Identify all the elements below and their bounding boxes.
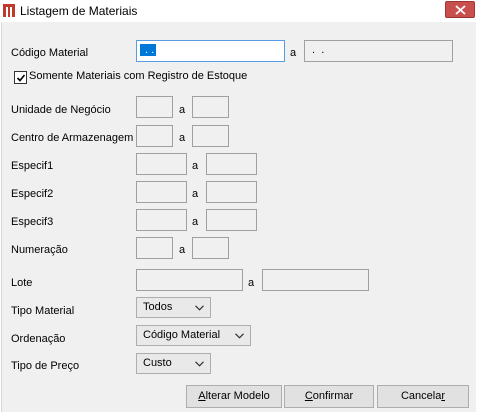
confirmar-button[interactable]: Confirmar [284, 385, 374, 408]
confirmar-label: onfirmar [312, 390, 354, 402]
unidade-negocio-separator: a [179, 104, 186, 116]
especif2-from-input[interactable] [136, 181, 187, 203]
especif3-label: Especif3 [11, 216, 54, 228]
title-bar: Listagem de Materiais [0, 0, 477, 22]
somente-estoque-checkbox[interactable] [14, 71, 27, 84]
window-title: Listagem de Materiais [20, 4, 138, 18]
lote-from-input[interactable] [136, 269, 243, 291]
lote-label: Lote [11, 277, 33, 289]
ordenacao-value: Código Material [143, 329, 221, 341]
centro-armazenagem-from-input[interactable] [136, 125, 173, 147]
cancelar-button[interactable]: Cancelar [377, 385, 469, 408]
numeracao-separator: a [179, 244, 186, 256]
cancelar-mnemonic: r [441, 390, 446, 402]
chevron-down-icon [195, 305, 204, 311]
chevron-down-icon [235, 333, 244, 339]
especif1-from-input[interactable] [136, 153, 187, 175]
codigo-material-from-value: . . [140, 44, 157, 56]
especif2-label: Especif2 [11, 188, 54, 200]
numeracao-to-input[interactable] [192, 237, 229, 259]
close-icon [455, 5, 466, 15]
codigo-material-to-value: . . [309, 44, 325, 56]
codigo-material-label: Código Material [11, 47, 89, 59]
checkmark-icon [16, 74, 26, 82]
centro-armazenagem-to-input[interactable] [192, 125, 229, 147]
ordenacao-select[interactable]: Código Material [136, 325, 251, 346]
alterar-modelo-label: lterar Modelo [205, 390, 270, 402]
especif3-separator: a [192, 216, 199, 228]
lote-separator: a [248, 277, 255, 289]
lote-to-input[interactable] [262, 269, 369, 291]
confirmar-mnemonic: C [304, 390, 313, 402]
dialog-body: Código Material . . a . . Somente Materi… [1, 22, 476, 412]
centro-armazenagem-label: Centro de Armazenagem [11, 132, 134, 144]
especif3-from-input[interactable] [136, 209, 187, 231]
codigo-material-separator: a [290, 47, 297, 59]
numeracao-from-input[interactable] [136, 237, 173, 259]
especif2-separator: a [192, 188, 199, 200]
tipo-preco-value: Custo [143, 357, 172, 369]
somente-estoque-label: Somente Materiais com Registro de Estoqu… [29, 70, 248, 82]
especif1-label: Especif1 [11, 160, 54, 172]
chevron-down-icon [195, 361, 204, 367]
app-logo-icon [2, 3, 16, 18]
tipo-material-select[interactable]: Todos [136, 297, 211, 318]
codigo-material-to-input[interactable]: . . [304, 40, 453, 62]
unidade-negocio-label: Unidade de Negócio [11, 104, 111, 116]
tipo-preco-label: Tipo de Preço [11, 360, 80, 372]
cancelar-label: Cancela [400, 390, 442, 402]
tipo-material-value: Todos [143, 301, 173, 313]
unidade-negocio-from-input[interactable] [136, 96, 173, 118]
unidade-negocio-to-input[interactable] [192, 96, 229, 118]
tipo-preco-select[interactable]: Custo [136, 353, 211, 374]
especif2-to-input[interactable] [206, 181, 257, 203]
codigo-material-from-input[interactable]: . . [136, 40, 285, 62]
centro-armazenagem-separator: a [179, 132, 186, 144]
especif1-to-input[interactable] [206, 153, 257, 175]
alterar-modelo-button[interactable]: Alterar Modelo [186, 385, 282, 408]
alterar-modelo-mnemonic: A [198, 390, 206, 402]
close-button[interactable] [445, 1, 475, 18]
especif3-to-input[interactable] [206, 209, 257, 231]
tipo-material-label: Tipo Material [11, 305, 75, 317]
especif1-separator: a [192, 160, 199, 172]
numeracao-label: Numeração [11, 244, 68, 256]
ordenacao-label: Ordenação [11, 333, 66, 345]
